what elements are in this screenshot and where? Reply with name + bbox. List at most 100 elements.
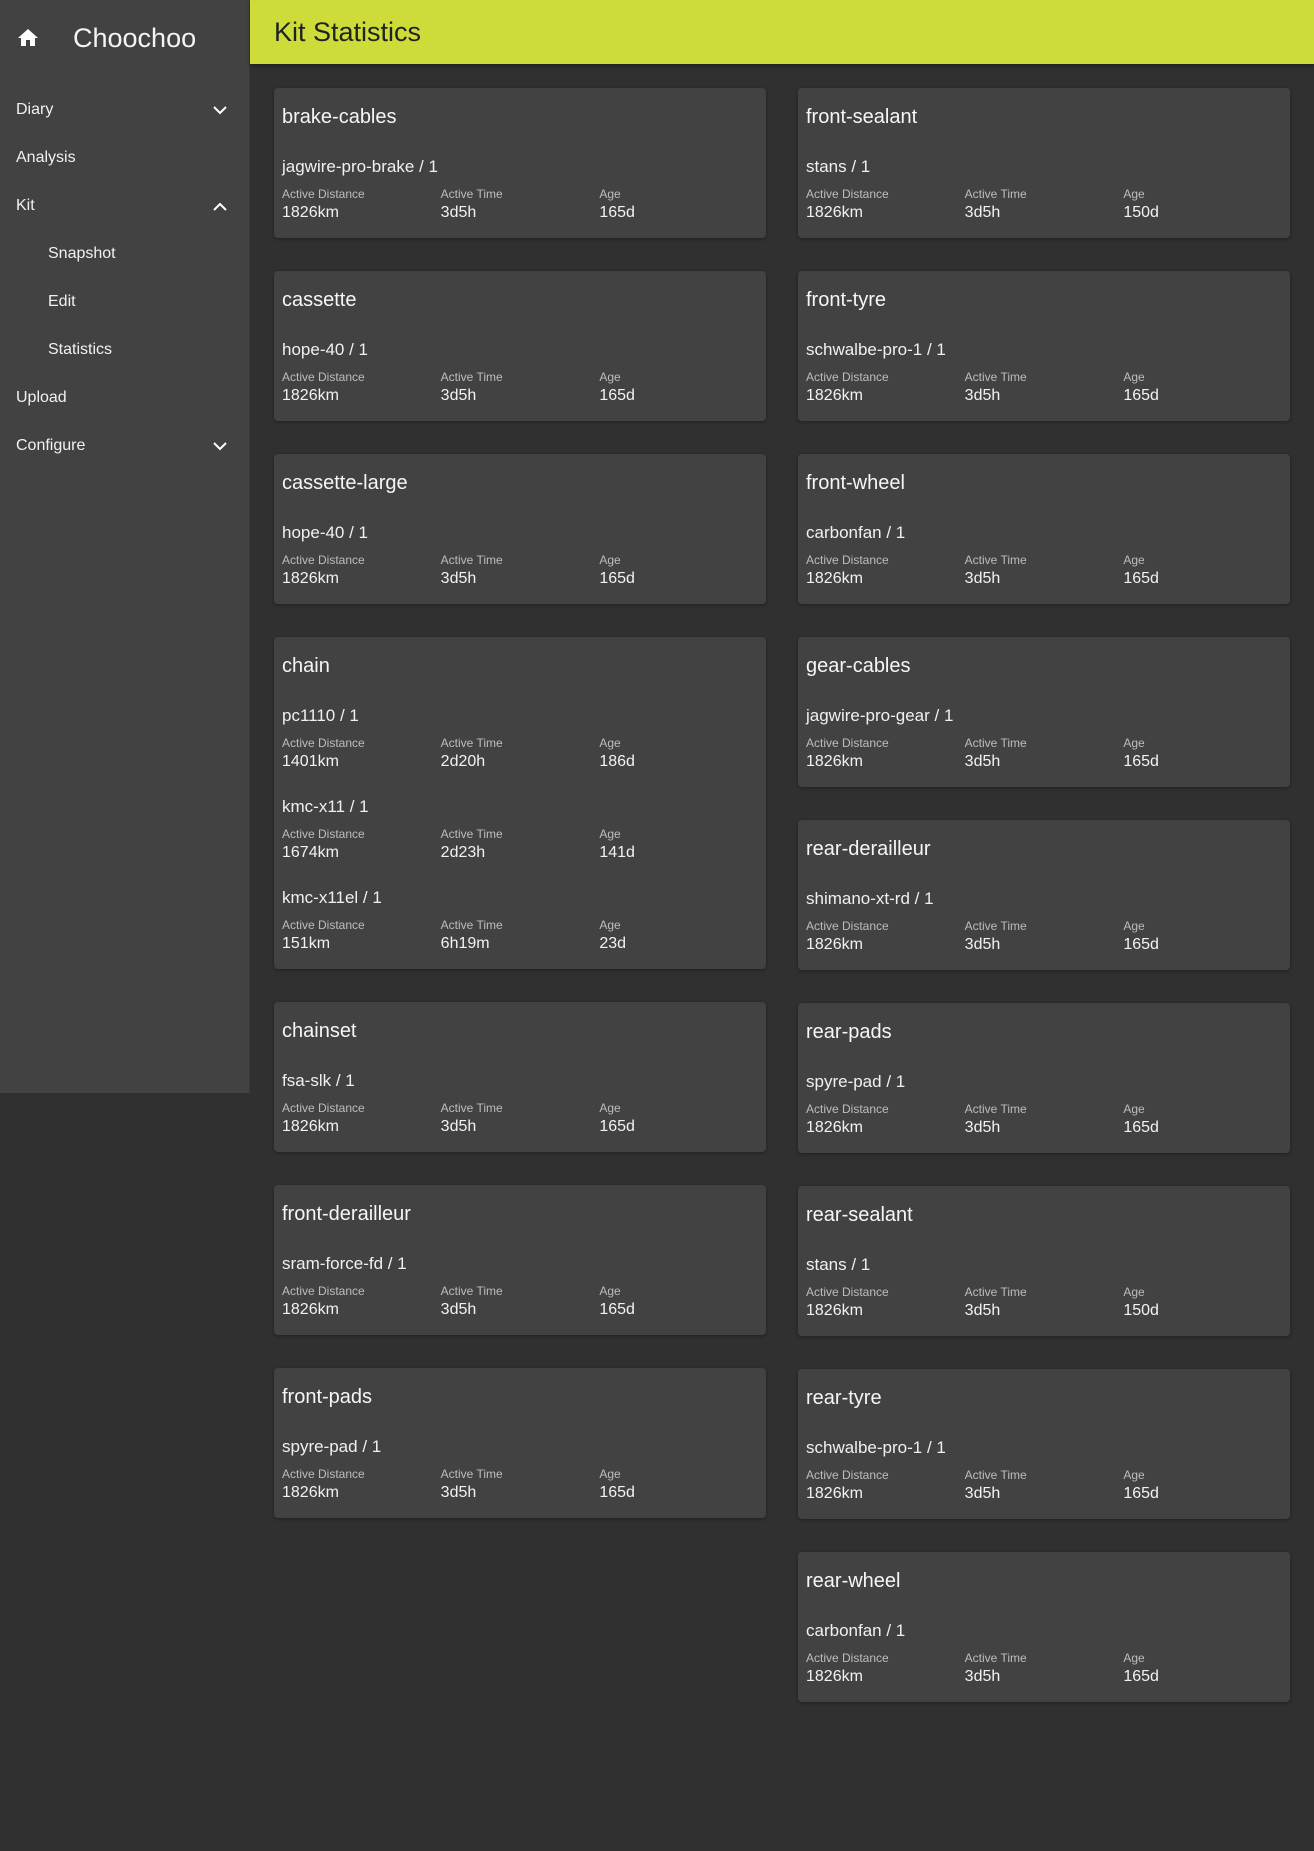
card-title[interactable]: rear-pads [806,1021,1282,1044]
stat-active-time: Active Time 3d5h [441,1467,600,1502]
age-label: Age [1123,370,1145,384]
age-label: Age [599,736,621,750]
sidebar-nav: Diary Analysis Kit Snapshot Edit Statistics Up… [0,86,249,470]
active-distance-label: Active Distance [282,1284,365,1298]
card-title[interactable]: front-wheel [806,472,1282,495]
card-title[interactable]: rear-wheel [806,1570,1282,1593]
stat-age: Age 150d [1123,187,1282,222]
item-name[interactable]: schwalbe-pro-1 / 1 [806,340,1282,360]
sidebar-item-kit[interactable]: Kit [0,182,249,230]
sidebar-item-configure[interactable]: Configure [0,422,249,470]
item-name[interactable]: shimano-xt-rd / 1 [806,889,1282,909]
item-name[interactable]: kmc-x11 / 1 [282,797,758,817]
age-label: Age [599,187,621,201]
sidebar-item-statistics[interactable]: Statistics [0,326,249,374]
age-value: 165d [599,1484,635,1501]
card-title[interactable]: rear-derailleur [806,838,1282,861]
app-title[interactable]: Choochoo [73,23,196,54]
card-title[interactable]: cassette-large [282,472,758,495]
item-name[interactable]: stans / 1 [806,1255,1282,1275]
active-time-value: 3d5h [440,1484,477,1501]
kit-item: shimano-xt-rd / 1 Active Distance 1826km Ac… [806,889,1282,954]
stat-age: Age 141d [599,827,758,862]
active-time-value: 2d20h [440,753,486,770]
card-title[interactable]: chain [282,655,758,678]
sidebar-item-label: Statistics [48,341,113,358]
age-value: 165d [599,1301,635,1318]
item-name[interactable]: pc1110 / 1 [282,706,758,726]
sidebar-item-label: Configure [16,437,86,454]
item-name[interactable]: spyre-pad / 1 [806,1072,1282,1092]
app-bar: Kit Statistics [250,0,1314,64]
active-distance-label: Active Distance [806,736,889,750]
chevron-up-icon[interactable] [211,197,229,215]
stat-active-distance: Active Distance 1826km [806,1651,965,1686]
stat-age: Age 165d [599,553,758,588]
stat-active-distance: Active Distance 1826km [806,370,965,405]
kit-card-chain: chain pc1110 / 1 Active Distance 1401km Acti… [274,637,766,969]
card-title[interactable]: rear-tyre [806,1387,1282,1410]
card-title[interactable]: gear-cables [806,655,1282,678]
card-title[interactable]: cassette [282,289,758,312]
active-time-value: 3d5h [440,1118,477,1135]
item-stats: Active Distance 1826km Active Time 3d5h Age 1… [806,1102,1282,1137]
card-title[interactable]: front-derailleur [282,1203,758,1226]
active-distance-value: 1826km [282,1484,339,1501]
active-distance-value: 1826km [806,753,863,770]
item-name[interactable]: stans / 1 [806,157,1282,177]
kit-statistics-grid: brake-cables jagwire-pro-brake / 1 Active … [274,88,1290,1702]
item-name[interactable]: hope-40 / 1 [282,340,758,360]
card-title[interactable]: front-pads [282,1386,758,1409]
card-title[interactable]: front-tyre [806,289,1282,312]
item-name[interactable]: fsa-slk / 1 [282,1071,758,1091]
card-title[interactable]: chainset [282,1020,758,1043]
item-name[interactable]: carbonfan / 1 [806,1621,1282,1641]
item-name[interactable]: jagwire-pro-gear / 1 [806,706,1282,726]
item-name[interactable]: spyre-pad / 1 [282,1437,758,1457]
age-value: 165d [1123,936,1159,953]
age-label: Age [599,1467,621,1481]
sidebar-item-label: Upload [16,389,67,406]
active-distance-value: 1826km [282,1301,339,1318]
kit-card-chainset: chainset fsa-slk / 1 Active Distance 1826km… [274,1002,766,1152]
sidebar-item-analysis[interactable]: Analysis [0,134,249,182]
sidebar-item-snapshot[interactable]: Snapshot [0,230,249,278]
stat-active-time: Active Time 3d5h [965,370,1124,405]
card-title[interactable]: rear-sealant [806,1204,1282,1227]
sidebar: Choochoo Diary Analysis Kit Snapshot Edit Sta… [0,0,250,1093]
active-time-value: 3d5h [440,204,477,221]
item-name[interactable]: hope-40 / 1 [282,523,758,543]
item-stats: Active Distance 1826km Active Time 3d5h Age 1… [282,1284,758,1319]
home-icon[interactable] [16,26,40,50]
stat-active-distance: Active Distance 1826km [806,736,965,771]
kit-item: kmc-x11 / 1 Active Distance 1674km Active T… [282,797,758,862]
active-distance-label: Active Distance [282,1467,365,1481]
sidebar-item-edit[interactable]: Edit [0,278,249,326]
card-title[interactable]: brake-cables [282,106,758,129]
active-distance-label: Active Distance [806,919,889,933]
item-name[interactable]: carbonfan / 1 [806,523,1282,543]
kit-item: fsa-slk / 1 Active Distance 1826km Active T… [282,1071,758,1136]
item-name[interactable]: jagwire-pro-brake / 1 [282,157,758,177]
stat-active-time: Active Time 3d5h [965,736,1124,771]
item-name[interactable]: sram-force-fd / 1 [282,1254,758,1274]
stat-active-distance: Active Distance 1674km [282,827,441,862]
active-time-value: 3d5h [964,1485,1001,1502]
active-time-value: 3d5h [440,570,477,587]
item-stats: Active Distance 1826km Active Time 3d5h Age 1… [282,1467,758,1502]
kit-item: jagwire-pro-brake / 1 Active Distance 1826… [282,157,758,222]
item-stats: Active Distance 1826km Active Time 3d5h Age 1… [282,187,758,222]
sidebar-item-diary[interactable]: Diary [0,86,249,134]
item-name[interactable]: kmc-x11el / 1 [282,888,758,908]
stat-active-time: Active Time 3d5h [441,1284,600,1319]
active-distance-value: 151km [282,935,331,952]
chevron-down-icon[interactable] [211,101,229,119]
stat-active-time: Active Time 3d5h [965,1285,1124,1320]
stat-active-distance: Active Distance 151km [282,918,441,953]
age-label: Age [599,370,621,384]
chevron-down-icon[interactable] [211,437,229,455]
item-name[interactable]: schwalbe-pro-1 / 1 [806,1438,1282,1458]
active-time-value: 3d5h [964,936,1001,953]
sidebar-item-upload[interactable]: Upload [0,374,249,422]
card-title[interactable]: front-sealant [806,106,1282,129]
